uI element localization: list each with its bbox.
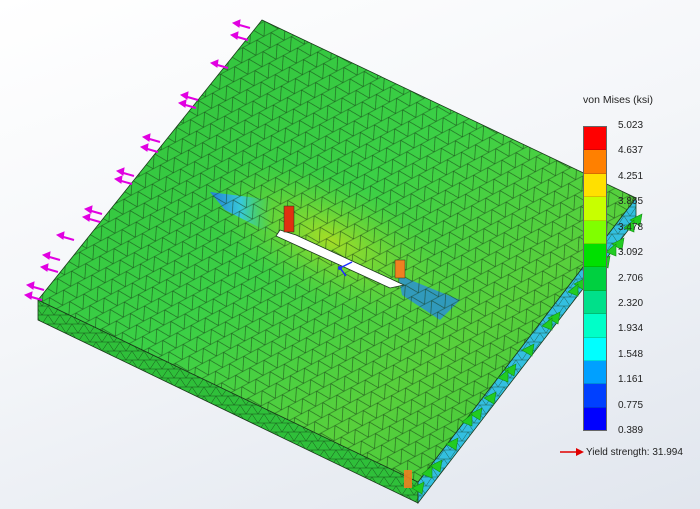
legend-swatch: [584, 127, 606, 151]
legend-color-bar: [583, 126, 607, 431]
legend-swatch: [584, 314, 606, 338]
load-arrow: [83, 205, 103, 215]
legend-tick-label: 0.775: [618, 399, 644, 411]
legend-tick-label: 1.161: [618, 374, 644, 386]
legend-swatch: [584, 407, 606, 431]
legend-swatch: [584, 173, 606, 198]
legend-labels: 5.023 4.637 4.251 3.865 3.478 3.092 2.706 2.320…: [618, 118, 678, 439]
legend-tick-label: 1.548: [618, 348, 644, 360]
legend-swatch: [584, 337, 606, 361]
legend-swatch: [584, 243, 606, 268]
yield-strength-indicator: Yield strength: 31.994: [560, 444, 683, 460]
legend-swatch: [584, 150, 606, 174]
legend-title: von Mises (ksi): [583, 94, 654, 106]
legend-tick-label: 2.706: [618, 272, 644, 284]
legend-tick-label: 2.320: [618, 297, 644, 309]
load-arrow: [25, 281, 45, 291]
legend-swatch: [584, 220, 606, 244]
load-arrow: [139, 143, 159, 153]
corner-hotspot: [404, 470, 412, 488]
legend-tick-label: 5.023: [618, 120, 644, 131]
legend-tick-label: 4.251: [618, 170, 644, 182]
yield-strength-label: Yield strength: 31.994: [586, 446, 683, 458]
load-arrow: [55, 231, 75, 241]
legend-tick-label: 3.092: [618, 247, 644, 259]
slot-end-hotspot-right: [394, 259, 406, 279]
legend-tick-label: 3.478: [618, 221, 644, 233]
legend-tick-label: 3.865: [618, 196, 644, 208]
load-arrow: [115, 167, 135, 177]
load-arrow: [179, 91, 199, 101]
yield-arrow-icon: [560, 448, 584, 456]
legend-tick-label: 0.389: [618, 425, 644, 436]
legend-swatch: [584, 290, 606, 315]
slot-end-hotspot-left: [283, 205, 295, 233]
legend-swatch: [584, 197, 606, 221]
load-arrow: [81, 213, 101, 223]
load-arrow: [229, 31, 249, 41]
load-arrow: [231, 19, 251, 29]
legend-swatch: [584, 384, 606, 408]
legend-tick-label: 4.637: [618, 145, 644, 157]
legend-tick-label: 1.934: [618, 323, 644, 335]
load-arrow: [141, 133, 161, 143]
load-arrow: [39, 263, 59, 273]
load-arrow: [113, 175, 133, 185]
legend-swatch: [584, 360, 606, 385]
load-arrow: [41, 251, 61, 261]
load-arrow: [209, 59, 229, 69]
load-arrow: [23, 291, 43, 301]
legend-swatch: [584, 267, 606, 291]
load-arrow: [177, 99, 197, 109]
